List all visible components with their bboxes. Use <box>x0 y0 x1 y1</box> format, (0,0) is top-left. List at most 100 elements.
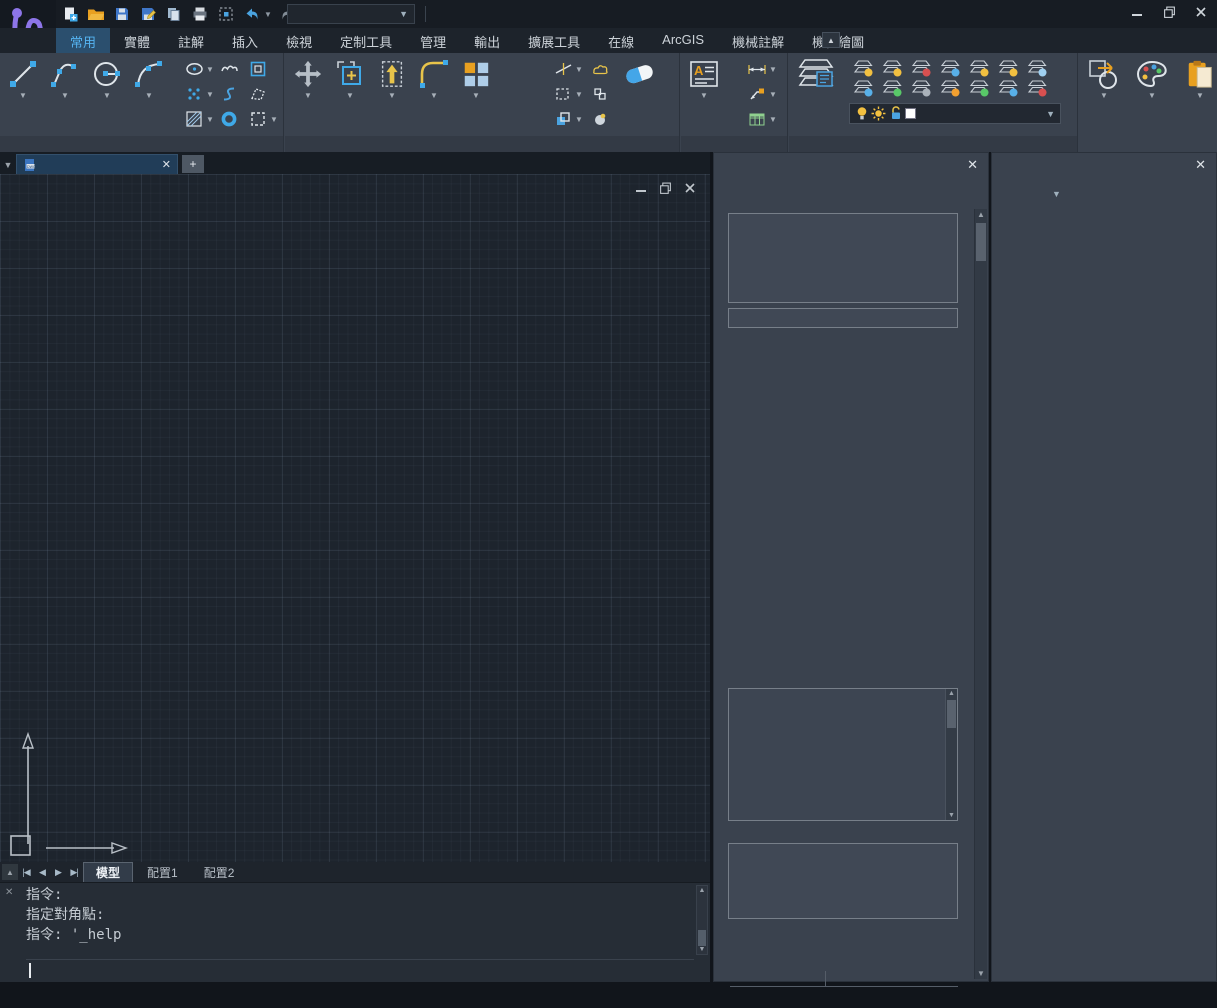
ribbon-tab-1[interactable]: 常用 <box>56 28 110 53</box>
undo-icon[interactable] <box>242 4 262 24</box>
erase-button[interactable] <box>619 55 661 91</box>
properties-button[interactable]: ▼ <box>1131 55 1173 100</box>
move-button[interactable]: ▼ <box>287 55 329 100</box>
layer-match-icon[interactable] <box>878 78 907 98</box>
drawing-canvas[interactable] <box>0 174 710 862</box>
print-icon[interactable] <box>190 4 210 24</box>
layer-lock-icon[interactable] <box>936 58 965 78</box>
mtext-button[interactable]: A ▼ <box>683 55 725 100</box>
document-list-dropdown[interactable]: ▼ <box>0 156 16 174</box>
explode-button[interactable]: ▼ <box>553 109 583 129</box>
rect-array-button[interactable]: ▼ <box>455 55 497 100</box>
save-icon[interactable] <box>112 4 132 24</box>
ribbon-tab-5[interactable]: 檢視 <box>272 28 326 53</box>
doc-close-button[interactable] <box>684 182 696 195</box>
calculator-close-icon[interactable]: ✕ <box>967 157 978 173</box>
panel-label-annotate[interactable] <box>681 136 787 152</box>
dimension-button[interactable]: ▼ <box>747 59 777 79</box>
hatch-button[interactable]: ▼ <box>184 109 214 129</box>
fillet-button[interactable]: ▼ <box>413 55 455 100</box>
ribbon-tab-4[interactable]: 插入 <box>218 28 272 53</box>
document-close-icon[interactable]: ✕ <box>162 158 171 171</box>
revcloud-small-button[interactable] <box>590 59 610 79</box>
trim-button[interactable]: ▼ <box>553 59 583 79</box>
doc-restore-button[interactable] <box>659 182 672 195</box>
ellipse-button[interactable]: ▼ <box>184 59 214 79</box>
command-expand-button[interactable]: ▲ <box>2 864 18 880</box>
stretch-button[interactable]: ▼ <box>371 55 413 100</box>
workspace-dropdown[interactable]: ▼ <box>287 4 415 24</box>
open-file-icon[interactable] <box>86 4 106 24</box>
layer-down-icon[interactable] <box>849 78 878 98</box>
layer-on-icon[interactable] <box>878 58 907 78</box>
command-close-icon[interactable]: ✕ <box>5 887 13 898</box>
ribbon-tab-8[interactable]: 輸出 <box>460 28 514 53</box>
restore-button[interactable] <box>1161 4 1177 20</box>
ribbon-tab-9[interactable]: 擴展工具 <box>514 28 594 53</box>
variables-scrollbar[interactable]: ▲ ▼ <box>945 689 957 820</box>
first-layout-button[interactable]: |◀ <box>18 867 34 878</box>
variables-tree[interactable]: ▲ ▼ <box>728 688 958 821</box>
table-button[interactable]: ▼ <box>747 109 777 129</box>
layer-merge-icon[interactable] <box>965 78 994 98</box>
points-button[interactable]: ▼ <box>184 84 214 104</box>
panel-label-draw[interactable] <box>0 136 283 152</box>
unit-type-value[interactable] <box>826 971 838 986</box>
layout-tab-配置1[interactable]: 配置1 <box>135 863 190 882</box>
point-style-button[interactable] <box>590 109 610 129</box>
box-select-button[interactable]: ▼ <box>553 84 583 104</box>
new-document-button[interactable]: + <box>182 155 204 173</box>
panel-label-layers[interactable] <box>789 136 1077 152</box>
command-scrollbar[interactable]: ▲ ▼ <box>696 885 708 955</box>
layer-freeze-icon[interactable] <box>907 58 936 78</box>
chevron-down-icon[interactable]: ▼ <box>1052 189 1061 199</box>
ribbon-tab-6[interactable]: 定制工具 <box>326 28 406 53</box>
last-layout-button[interactable]: ▶| <box>66 867 82 878</box>
ribbon-tab-3[interactable]: 註解 <box>164 28 218 53</box>
ribbon-tab-11[interactable]: ArcGIS <box>648 28 718 53</box>
ribbon-tab-12[interactable]: 機械註解 <box>718 28 798 53</box>
command-input[interactable] <box>26 959 694 981</box>
prev-layout-button[interactable]: ◀ <box>34 867 50 878</box>
frame-select-icon[interactable] <box>216 4 236 24</box>
ribbon-tab-2[interactable]: 實體 <box>110 28 164 53</box>
spline-button[interactable] <box>219 84 239 104</box>
command-line-window[interactable]: ✕ 指令:指定對角點:指令: '_help ▲ ▼ <box>0 882 710 982</box>
layer-state-icon[interactable] <box>994 78 1023 98</box>
document-tab[interactable]: DWG ✕ <box>16 154 178 174</box>
new-file-icon[interactable] <box>60 4 80 24</box>
undo-dropdown-icon[interactable]: ▼ <box>264 10 272 19</box>
ribbon-tab-10[interactable]: 在線 <box>594 28 648 53</box>
layer-dropdown[interactable]: ▼ <box>849 103 1061 124</box>
region-button[interactable]: ▼ <box>248 109 278 129</box>
layout-tab-模型[interactable]: 模型 <box>83 862 133 883</box>
block-button[interactable]: ▼ <box>1083 55 1125 100</box>
clipboard-button[interactable]: ▼ <box>1179 55 1217 100</box>
circle-button[interactable]: ▼ <box>86 55 128 100</box>
next-layout-button[interactable]: ▶ <box>50 867 66 878</box>
calculator-input-field[interactable] <box>728 308 958 328</box>
layer-new-icon[interactable] <box>936 78 965 98</box>
revcloud-button[interactable] <box>219 59 239 79</box>
minimize-button[interactable] <box>1129 4 1145 20</box>
line-button[interactable]: ▼ <box>2 55 44 100</box>
layout-tab-配置2[interactable]: 配置2 <box>192 863 247 882</box>
close-button[interactable] <box>1193 4 1209 20</box>
copy-sheet-icon[interactable] <box>164 4 184 24</box>
copy-button[interactable]: ▼ <box>329 55 371 100</box>
layer-properties-button[interactable] <box>791 55 841 91</box>
polyline-button[interactable]: ▼ <box>44 55 86 100</box>
unit-type-header[interactable] <box>730 971 826 986</box>
arc-button[interactable]: ▼ <box>128 55 170 100</box>
properties-close-icon[interactable]: ✕ <box>1195 157 1206 173</box>
layer-previous-icon[interactable] <box>907 78 936 98</box>
layer-thaw-icon[interactable] <box>994 58 1023 78</box>
panel-label-modify[interactable] <box>285 136 679 152</box>
layer-walk-icon[interactable] <box>1023 58 1052 78</box>
calculator-history-box[interactable] <box>728 213 958 303</box>
donut-button[interactable] <box>219 109 239 129</box>
layer-isolate-icon[interactable] <box>965 58 994 78</box>
ribbon-collapse-button[interactable]: ▲ <box>822 32 840 48</box>
rectangle-button[interactable] <box>248 59 278 79</box>
calculator-scrollbar[interactable]: ▲ ▼ <box>974 209 987 979</box>
